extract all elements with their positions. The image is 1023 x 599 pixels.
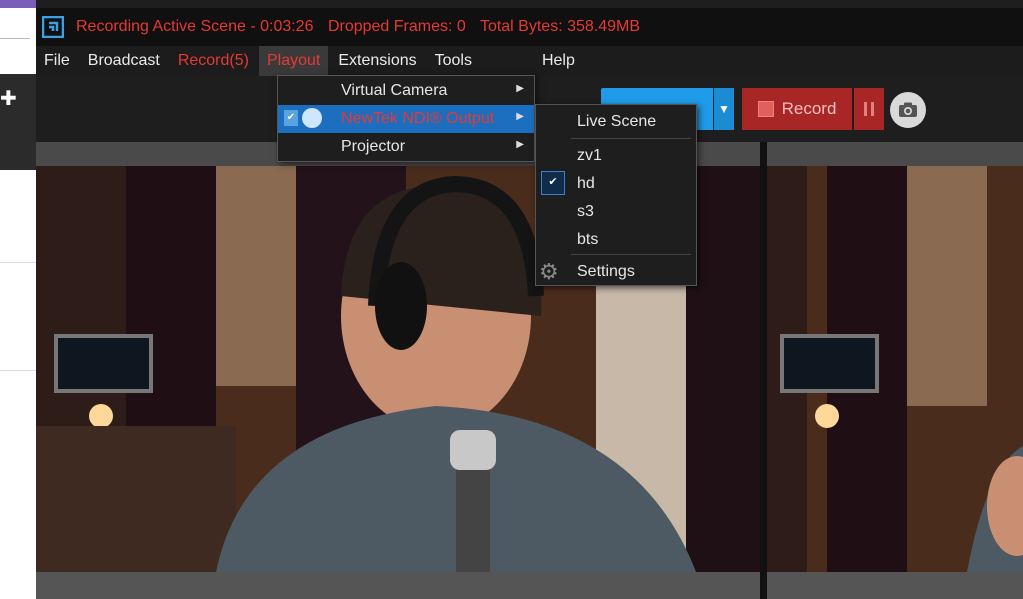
ndi-icon	[302, 108, 322, 128]
record-button-label: Record	[781, 99, 837, 118]
pause-icon	[871, 102, 874, 116]
menu-broadcast[interactable]: Broadcast	[80, 46, 168, 76]
menu-item-live-scene[interactable]: Live Scene	[536, 109, 696, 135]
menu-item-scene[interactable]: s3	[536, 199, 696, 225]
recording-status: Recording Active Scene - 0:03:26	[76, 18, 314, 35]
camera-icon	[899, 102, 917, 117]
submenu-arrow-icon: ▶	[516, 139, 524, 150]
menu-item-virtual-camera[interactable]: Virtual Camera ▶	[278, 77, 534, 105]
menu-item-scene[interactable]: ✔ hd	[536, 171, 696, 197]
menu-item-ndi-output[interactable]: ✔ NewTek NDI® Output ▶	[278, 105, 534, 133]
scene-label: zv1	[577, 147, 602, 164]
checkmark-icon: ✔	[284, 110, 298, 126]
menu-extensions[interactable]: Extensions	[330, 46, 424, 76]
preview-divider[interactable]	[760, 142, 767, 599]
stream-dropdown-button[interactable]: ▼	[714, 88, 734, 130]
ndi-output-label: NewTek NDI® Output	[341, 110, 495, 127]
submenu-arrow-icon: ▶	[516, 83, 524, 94]
gear-icon: ⚙	[539, 259, 559, 284]
settings-label: Settings	[577, 263, 635, 280]
menu-separator	[571, 254, 691, 255]
menu-separator	[571, 138, 691, 139]
background-window: ✚	[0, 0, 36, 599]
title-bar: Recording Active Scene - 0:03:26 Dropped…	[36, 8, 1023, 46]
menu-item-scene[interactable]: bts	[536, 227, 696, 253]
menu-bar: File Broadcast Record(5) Playout Extensi…	[36, 46, 1023, 76]
menu-playout[interactable]: Playout	[258, 46, 329, 76]
window-title: Recording Active Scene - 0:03:26 Dropped…	[76, 18, 650, 36]
ndi-output-submenu: Live Scene zv1 ✔ hd s3 bts ⚙ Settings	[535, 104, 697, 286]
scene-label: hd	[577, 175, 595, 192]
dropped-frames: Dropped Frames: 0	[327, 18, 466, 35]
preview-footer	[36, 572, 760, 599]
menu-file[interactable]: File	[36, 46, 78, 76]
total-bytes: Total Bytes: 358.49MB	[479, 18, 641, 35]
live-preview-footer	[767, 572, 1023, 599]
background-window-divider	[0, 38, 30, 39]
record-icon	[757, 101, 774, 117]
menu-item-scene[interactable]: zv1	[536, 143, 696, 169]
menu-item-projector[interactable]: Projector ▶	[278, 133, 534, 161]
submenu-arrow-icon: ▶	[516, 111, 524, 122]
record-button[interactable]: Record	[742, 88, 852, 130]
projector-label: Projector	[341, 138, 406, 155]
menu-help[interactable]: Help	[534, 46, 583, 76]
menu-item-settings[interactable]: ⚙ Settings	[536, 259, 696, 285]
background-window-plus-icon: ✚	[0, 88, 17, 110]
checkmark-icon: ✔	[541, 171, 565, 195]
playout-menu: Virtual Camera ▶ ✔ NewTek NDI® Output ▶ …	[277, 75, 535, 162]
scene-label: s3	[577, 203, 594, 220]
scene-label: bts	[577, 231, 599, 248]
menu-record[interactable]: Record(5)	[170, 46, 257, 76]
menu-tools[interactable]: Tools	[427, 46, 480, 76]
live-output-preview[interactable]	[767, 142, 1023, 599]
live-preview-header	[767, 142, 1023, 166]
pause-icon	[864, 102, 867, 116]
chevron-down-icon: ▼	[718, 102, 730, 116]
background-window-divider	[0, 370, 36, 371]
background-window-accent	[0, 0, 36, 8]
live-video-frame	[767, 166, 1023, 572]
live-scene-label: Live Scene	[577, 113, 657, 130]
app-logo-icon	[42, 16, 64, 38]
pause-button[interactable]	[854, 88, 884, 130]
background-window-divider	[0, 262, 36, 263]
background-window-header	[0, 8, 36, 74]
screenshot-button[interactable]	[890, 92, 926, 128]
xsplit-window: Recording Active Scene - 0:03:26 Dropped…	[36, 8, 1023, 599]
virtual-camera-label: Virtual Camera	[341, 82, 448, 99]
